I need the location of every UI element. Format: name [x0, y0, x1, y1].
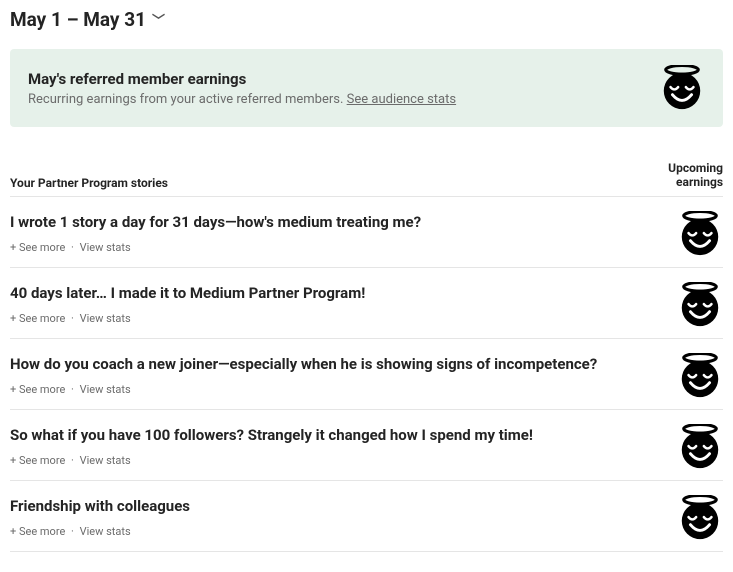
story-row: 40 days later… I made it to Medium Partn…	[10, 268, 723, 339]
referral-text: May's referred member earnings Recurring…	[28, 70, 456, 107]
see-more-link[interactable]: + See more	[10, 383, 65, 396]
story-row: So what if you have 100 followers? Stran…	[10, 410, 723, 481]
separator-dot: ·	[68, 454, 76, 467]
story-actions: + See more · View stats	[10, 454, 661, 467]
stories-list: I wrote 1 story a day for 31 days—how's …	[10, 197, 723, 552]
angel-smiley-icon	[677, 353, 723, 399]
view-stats-link[interactable]: View stats	[80, 454, 131, 467]
story-title-link[interactable]: So what if you have 100 followers? Stran…	[10, 426, 661, 444]
separator-dot: ·	[68, 383, 76, 396]
see-more-link[interactable]: + See more	[10, 525, 65, 538]
date-range-selector[interactable]: May 1 – May 31 ﹀	[10, 8, 723, 31]
angel-smiley-icon	[677, 495, 723, 541]
referral-title: May's referred member earnings	[28, 70, 456, 88]
see-more-link[interactable]: + See more	[10, 241, 65, 254]
story-actions: + See more · View stats	[10, 241, 661, 254]
story-row: Friendship with colleagues + See more · V…	[10, 481, 723, 552]
story-actions: + See more · View stats	[10, 312, 661, 325]
stories-table-header: Your Partner Program stories Upcoming ea…	[10, 161, 723, 197]
story-title-link[interactable]: 40 days later… I made it to Medium Partn…	[10, 284, 661, 302]
see-audience-stats-link[interactable]: See audience stats	[347, 92, 456, 107]
angel-smiley-icon	[677, 282, 723, 328]
date-range-label: May 1 – May 31	[10, 8, 146, 31]
story-title-link[interactable]: How do you coach a new joiner—especially…	[10, 355, 661, 373]
story-actions: + See more · View stats	[10, 383, 661, 396]
separator-dot: ·	[68, 525, 76, 538]
separator-dot: ·	[68, 241, 76, 254]
story-row: I wrote 1 story a day for 31 days—how's …	[10, 197, 723, 268]
story-info: Friendship with colleagues + See more · V…	[10, 497, 661, 538]
view-stats-link[interactable]: View stats	[80, 525, 131, 538]
angel-smiley-icon	[677, 211, 723, 257]
view-stats-link[interactable]: View stats	[80, 383, 131, 396]
story-title-link[interactable]: I wrote 1 story a day for 31 days—how's …	[10, 213, 661, 231]
story-info: How do you coach a new joiner—especially…	[10, 355, 661, 396]
separator-dot: ·	[68, 312, 76, 325]
see-more-link[interactable]: + See more	[10, 454, 65, 467]
story-title-link[interactable]: Friendship with colleagues	[10, 497, 661, 515]
story-actions: + See more · View stats	[10, 525, 661, 538]
view-stats-link[interactable]: View stats	[80, 241, 131, 254]
story-info: So what if you have 100 followers? Stran…	[10, 426, 661, 467]
angel-smiley-icon	[677, 424, 723, 470]
view-stats-link[interactable]: View stats	[80, 312, 131, 325]
story-row: How do you coach a new joiner—especially…	[10, 339, 723, 410]
angel-smiley-icon	[659, 65, 705, 111]
referral-earnings-card: May's referred member earnings Recurring…	[10, 49, 723, 127]
chevron-down-icon: ﹀	[152, 10, 165, 29]
referral-subtext: Recurring earnings from your active refe…	[28, 92, 456, 107]
stories-header-right: Upcoming earnings	[668, 161, 723, 190]
story-info: I wrote 1 story a day for 31 days—how's …	[10, 213, 661, 254]
stories-header-left: Your Partner Program stories	[10, 176, 168, 190]
story-info: 40 days later… I made it to Medium Partn…	[10, 284, 661, 325]
see-more-link[interactable]: + See more	[10, 312, 65, 325]
